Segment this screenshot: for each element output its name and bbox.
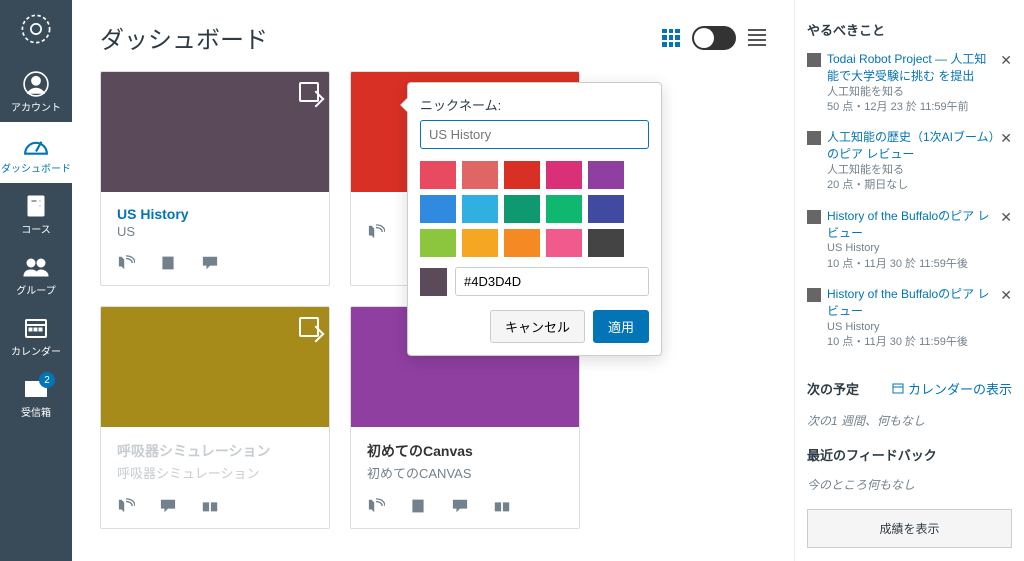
card-footer [101,245,329,285]
todo-course: US History [827,241,996,256]
logo-icon[interactable] [19,0,53,61]
color-swatch[interactable] [546,161,582,189]
todo-course: 人工知能を知る [827,163,996,178]
dismiss-icon[interactable]: ✕ [1000,129,1012,149]
card-subtitle: 初めてのCANVAS [367,463,563,482]
card-header [101,72,329,192]
nav-label: アカウント [11,99,61,114]
view-switch[interactable] [692,26,736,50]
calendar-icon [21,315,51,341]
color-swatch[interactable] [420,229,456,257]
todo-link[interactable]: Todai Robot Project — 人工知能で大学受験に挑む を提出 [827,52,986,83]
nav-label: コース [21,221,51,236]
sidebar: やるべきこと ✕ Todai Robot Project — 人工知能で大学受験に… [794,0,1024,561]
list-view-icon[interactable] [748,29,766,46]
user-icon [21,71,51,97]
global-nav: アカウント ダッシュボード コース グループ カレンダー 2 受信箱 [0,0,72,561]
selected-color-swatch [420,268,447,296]
card-title: 初めてのCanvas [367,441,563,461]
course-card[interactable]: US History US [100,71,330,286]
assignment-icon [807,53,821,67]
todo-item: ✕ History of the Buffaloのピア レビューUS Histor… [807,208,1012,286]
nav-label: ダッシュボード [1,160,71,175]
card-footer [101,488,329,528]
upcoming-empty: 次の1 週間、何もなし [807,412,1012,429]
nav-groups[interactable]: グループ [0,244,72,305]
dashboard-icon [21,132,51,158]
nav-courses[interactable]: コース [0,183,72,244]
todo-course: 人工知能を知る [827,85,996,100]
nav-label: カレンダー [11,343,61,358]
view-toggles [662,26,766,50]
card-options-icon[interactable] [299,317,319,337]
feedback-heading: 最近のフィードバック [807,445,1012,464]
card-header [101,307,329,427]
cancel-button[interactable]: キャンセル [490,310,585,343]
course-card[interactable]: 呼吸器シミュレーション呼吸器シミュレーション [100,306,330,529]
todo-due: 10 点・11月 30 於 11:59午後 [827,335,996,350]
todo-item: ✕ History of the Buffaloのピア レビュー US Histor… [807,286,1012,364]
color-swatch[interactable] [420,161,456,189]
nav-label: 受信箱 [21,404,51,419]
assignment-icon [807,131,821,145]
book-icon [21,193,51,219]
color-swatch[interactable] [588,161,624,189]
assignment-icon [807,288,821,302]
color-swatch[interactable] [504,229,540,257]
color-swatch[interactable] [588,229,624,257]
dismiss-icon[interactable]: ✕ [1000,286,1012,306]
color-swatch[interactable] [546,229,582,257]
color-swatches [420,161,649,257]
apply-button[interactable]: 適用 [593,310,649,343]
color-swatch[interactable] [504,195,540,223]
hex-input[interactable] [455,267,649,296]
todo-course: US History [827,320,996,335]
nav-dashboard[interactable]: ダッシュボード [0,122,72,183]
todo-item: ✕人工知能の歴史（1次AIブーム）のピア レビュー人工知能を知る20 点・期日な… [807,129,1012,207]
card-options-icon[interactable] [299,82,319,102]
color-swatch[interactable] [462,195,498,223]
color-swatch[interactable] [420,195,456,223]
todo-heading: やるべきこと [807,20,1012,39]
todo-due: 20 点・期日なし [827,178,996,193]
todo-due: 50 点・12月 23 於 11:59午前 [827,100,996,115]
nav-calendar[interactable]: カレンダー [0,305,72,366]
nav-inbox[interactable]: 2 受信箱 [0,366,72,427]
card-subtitle: 呼吸器シミュレーション [117,463,313,482]
assignment-icon [807,210,821,224]
todo-due: 10 点・11月 30 於 11:59午後 [827,257,996,272]
card-footer [351,488,579,528]
color-swatch[interactable] [504,161,540,189]
main-content: ダッシュボード US History US 呼吸器シミュレーション呼吸器シミュレーシ… [72,0,794,561]
inbox-icon: 2 [21,376,51,402]
color-swatch[interactable] [462,161,498,189]
card-subtitle: US [117,224,313,239]
nav-label: グループ [16,282,55,297]
dismiss-icon[interactable]: ✕ [1000,51,1012,71]
card-view-icon[interactable] [662,29,680,47]
card-title: 呼吸器シミュレーション [117,441,313,461]
color-swatch[interactable] [588,195,624,223]
todo-link[interactable]: History of the Buffaloのピア レビュー [827,287,990,318]
color-swatch[interactable] [462,229,498,257]
todo-item: ✕ Todai Robot Project — 人工知能で大学受験に挑む を提出人… [807,51,1012,129]
card-options-popover: ニックネーム: キャンセル 適用 [407,82,662,356]
card-title: US History [117,206,313,222]
calendar-link[interactable]: カレンダーの表示 [892,379,1012,398]
color-swatch[interactable] [546,195,582,223]
nav-account[interactable]: アカウント [0,61,72,122]
grades-button[interactable]: 成績を表示 [807,509,1012,548]
inbox-badge: 2 [39,372,55,388]
dismiss-icon[interactable]: ✕ [1000,208,1012,228]
people-icon [21,254,51,280]
todo-link[interactable]: History of the Buffaloのピア レビュー [827,209,990,240]
feedback-empty: 今のところ何もなし [807,476,1012,493]
todo-link[interactable]: 人工知能の歴史（1次AIブーム）のピア レビュー [827,130,995,161]
nickname-input[interactable] [420,120,649,149]
calendar-icon [892,382,904,394]
page-title: ダッシュボード [100,20,268,55]
upcoming-heading: 次の予定 [807,379,859,398]
nickname-label: ニックネーム: [420,95,649,114]
